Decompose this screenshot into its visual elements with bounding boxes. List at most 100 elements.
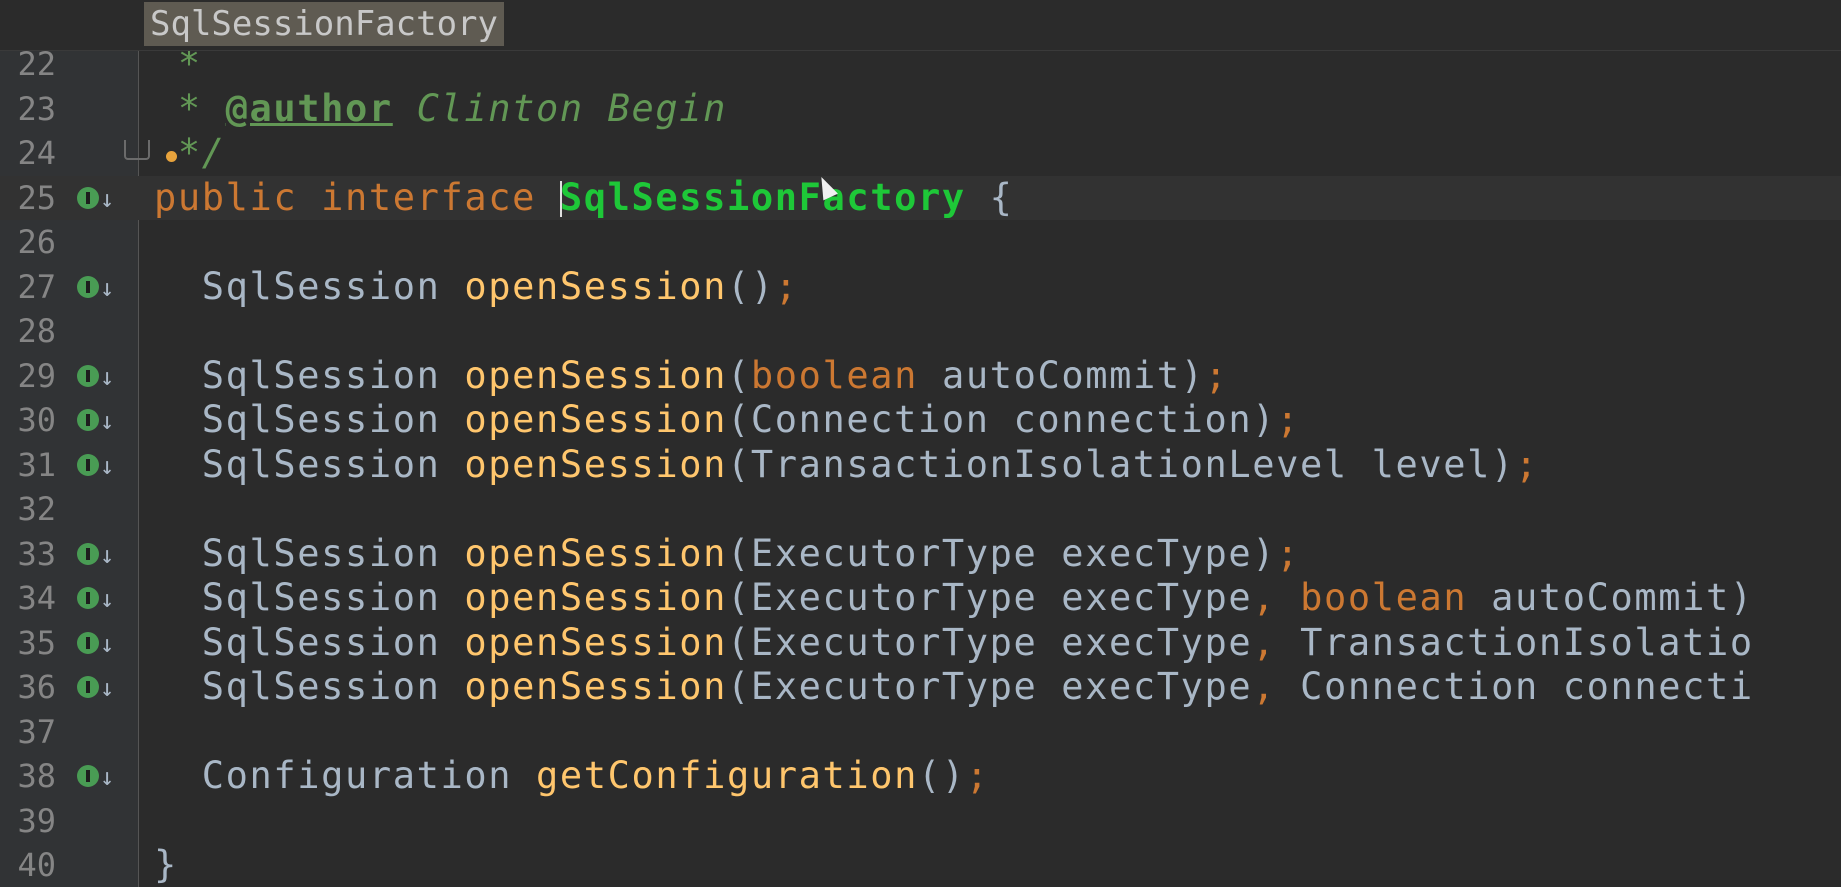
- code-text[interactable]: * @author Clinton Begin: [154, 87, 727, 132]
- code-line[interactable]: 35 ↓ SqlSession openSession(ExecutorType …: [0, 621, 1841, 666]
- code-token: autoCommit): [918, 353, 1205, 397]
- code-token: ,: [1252, 665, 1301, 708]
- code-token: TransactionIsolatio: [1300, 620, 1754, 664]
- code-text[interactable]: SqlSession openSession(ExecutorType exec…: [154, 576, 1754, 621]
- code-token: openSession: [464, 665, 728, 708]
- code-token: (ExecutorType execType): [727, 531, 1277, 575]
- line-number[interactable]: 25: [0, 176, 56, 221]
- code-line[interactable]: 38 ↓ Configuration getConfiguration();: [0, 754, 1841, 799]
- code-text[interactable]: SqlSession openSession(ExecutorType exec…: [154, 532, 1300, 577]
- line-number[interactable]: 38: [0, 754, 56, 799]
- code-line[interactable]: 37: [0, 710, 1841, 755]
- code-text[interactable]: SqlSession openSession(ExecutorType exec…: [154, 621, 1754, 666]
- line-number[interactable]: 27: [0, 265, 56, 310]
- line-number[interactable]: 31: [0, 443, 56, 488]
- code-line[interactable]: 23 * @author Clinton Begin: [0, 87, 1841, 132]
- code-token: openSession: [464, 353, 728, 397]
- code-token: SqlSession: [154, 442, 465, 486]
- code-token: boolean: [750, 353, 919, 397]
- code-line[interactable]: 32: [0, 487, 1841, 532]
- code-token: SqlSession: [154, 353, 465, 397]
- code-token: {: [965, 175, 1014, 219]
- implemented-method-icon[interactable]: ↓: [77, 274, 117, 302]
- code-token: SqlSession: [154, 398, 465, 441]
- code-token: ,: [1252, 620, 1301, 664]
- implemented-method-icon[interactable]: ↓: [77, 541, 117, 569]
- line-number[interactable]: 35: [0, 621, 56, 666]
- code-token: (): [918, 754, 966, 797]
- implemented-method-icon[interactable]: ↓: [77, 407, 117, 435]
- code-line[interactable]: 34 ↓ SqlSession openSession(ExecutorType …: [0, 576, 1841, 621]
- code-text[interactable]: public interface SqlSessionFactory {: [154, 176, 1014, 221]
- line-number[interactable]: 40: [0, 843, 56, 887]
- code-text[interactable]: Configuration getConfiguration();: [154, 754, 990, 799]
- code-token: ,: [1252, 576, 1301, 619]
- implemented-method-icon[interactable]: ↓: [77, 363, 117, 391]
- code-token: @author: [225, 86, 393, 130]
- lightbulb-icon[interactable]: [166, 151, 177, 162]
- implemented-method-icon[interactable]: ↓: [77, 585, 117, 613]
- code-token: (: [727, 353, 751, 397]
- code-token: openSession: [464, 398, 728, 441]
- code-token: (ExecutorType execType: [727, 576, 1253, 619]
- fold-icon[interactable]: [124, 140, 150, 160]
- code-line[interactable]: 36 ↓ SqlSession openSession(ExecutorType …: [0, 665, 1841, 710]
- code-token: SqlSessionFactory: [559, 175, 966, 219]
- line-number[interactable]: 32: [0, 487, 56, 532]
- line-number[interactable]: 28: [0, 309, 56, 354]
- code-text[interactable]: SqlSession openSession(TransactionIsolat…: [154, 443, 1539, 488]
- code-line[interactable]: 29 ↓ SqlSession openSession(boolean autoC…: [0, 354, 1841, 399]
- code-token: SqlSession: [154, 576, 465, 619]
- line-number[interactable]: 34: [0, 576, 56, 621]
- code-token: SqlSession: [154, 531, 465, 575]
- line-number[interactable]: 36: [0, 665, 56, 710]
- implemented-method-icon[interactable]: ↓: [77, 763, 117, 791]
- code-line[interactable]: 25 ↓ public interface SqlSessionFactory {: [0, 175, 1841, 221]
- code-text[interactable]: SqlSession openSession();: [154, 265, 799, 310]
- implemented-method-icon[interactable]: ↓: [77, 630, 117, 658]
- line-number[interactable]: 26: [0, 220, 56, 265]
- code-token: ;: [1204, 353, 1229, 397]
- code-token: autoCommit): [1467, 576, 1754, 619]
- code-text[interactable]: }: [154, 843, 178, 887]
- code-line[interactable]: 33 ↓ SqlSession openSession(ExecutorType …: [0, 532, 1841, 577]
- implemented-method-icon[interactable]: ↓: [77, 452, 117, 480]
- implemented-method-icon[interactable]: ↓: [77, 674, 117, 702]
- line-number[interactable]: 33: [0, 532, 56, 577]
- code-line[interactable]: 24 */: [0, 131, 1841, 176]
- code-token: Connection connecti: [1300, 665, 1754, 708]
- breadcrumb[interactable]: SqlSessionFactory: [144, 2, 504, 46]
- line-number[interactable]: 30: [0, 398, 56, 443]
- line-number[interactable]: 23: [0, 87, 56, 132]
- code-line[interactable]: 31 ↓ SqlSession openSession(TransactionIs…: [0, 443, 1841, 488]
- code-token: (ExecutorType execType: [727, 665, 1253, 708]
- line-number[interactable]: 29: [0, 354, 56, 399]
- line-number[interactable]: 24: [0, 131, 56, 176]
- code-token: openSession: [464, 620, 728, 664]
- code-line[interactable]: 40}: [0, 843, 1841, 887]
- code-token: ;: [1276, 531, 1301, 575]
- code-line[interactable]: 39: [0, 799, 1841, 844]
- code-token: getConfiguration: [536, 754, 919, 797]
- line-number[interactable]: 37: [0, 710, 56, 755]
- code-token: SqlSession: [154, 620, 465, 664]
- code-token: SqlSession: [154, 264, 465, 308]
- code-token: Clinton Begin: [392, 86, 728, 130]
- code-token: ;: [774, 264, 799, 308]
- code-token: openSession: [464, 442, 728, 486]
- code-text[interactable]: SqlSession openSession(ExecutorType exec…: [154, 665, 1754, 710]
- code-text[interactable]: */: [154, 131, 226, 176]
- code-token: ;: [1514, 442, 1539, 486]
- code-line[interactable]: 30 ↓ SqlSession openSession(Connection co…: [0, 398, 1841, 443]
- code-text[interactable]: SqlSession openSession(boolean autoCommi…: [154, 354, 1228, 399]
- code-text[interactable]: SqlSession openSession(Connection connec…: [154, 398, 1300, 443]
- implemented-method-icon[interactable]: ↓: [77, 185, 117, 213]
- code-token: boolean: [1300, 576, 1468, 619]
- code-line[interactable]: 27 ↓ SqlSession openSession();: [0, 265, 1841, 310]
- code-editor[interactable]: 22 * 23 * @author Clinton Begin 24 */25 ↓ pu…: [0, 42, 1841, 887]
- code-token: (): [727, 264, 775, 308]
- code-line[interactable]: 26: [0, 220, 1841, 265]
- code-token: }: [154, 843, 178, 886]
- code-line[interactable]: 28: [0, 309, 1841, 354]
- line-number[interactable]: 39: [0, 799, 56, 844]
